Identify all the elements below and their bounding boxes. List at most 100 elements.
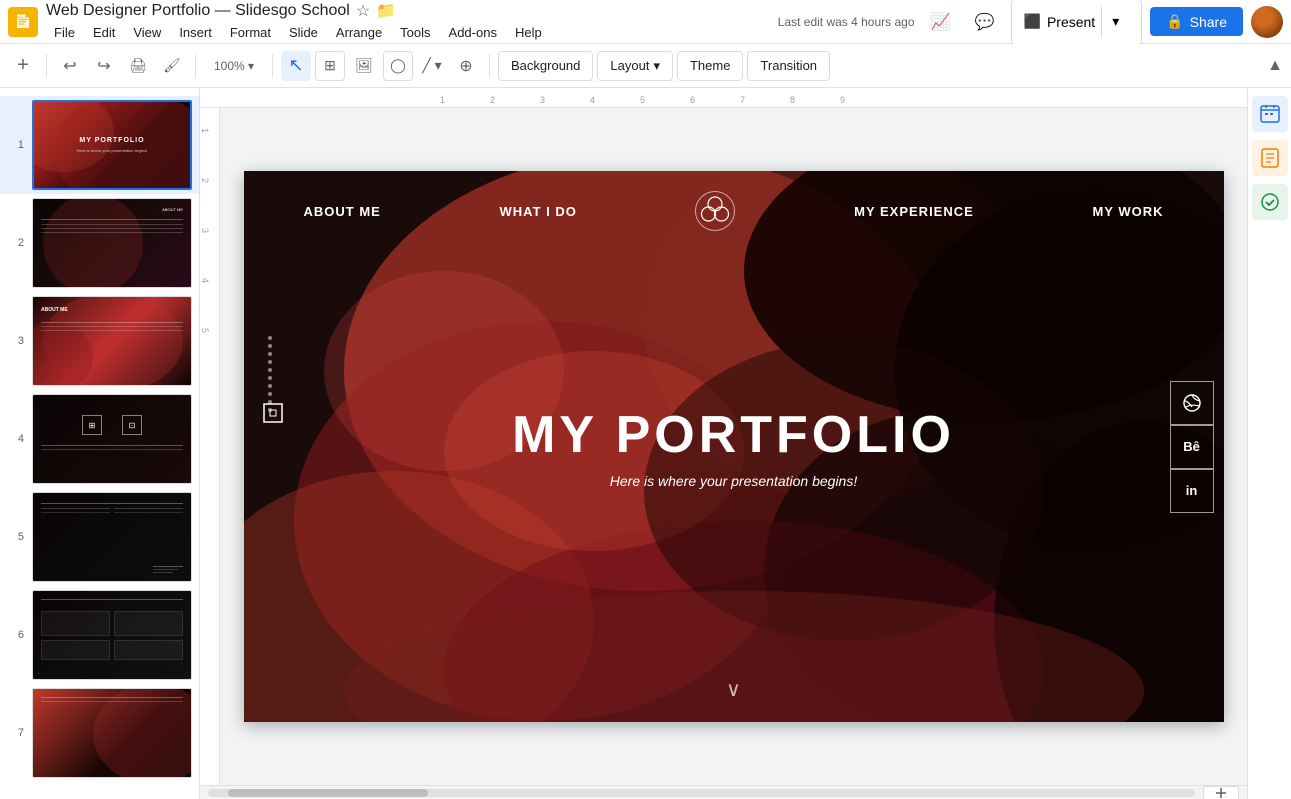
slide-item-2[interactable]: 2 ABOUT ME bbox=[0, 194, 199, 292]
cursor-tool[interactable]: ↖ bbox=[281, 51, 311, 81]
star-icon[interactable]: ☆ bbox=[356, 1, 370, 21]
slide-item-3[interactable]: 3 ABOUT ME bbox=[0, 292, 199, 390]
folder-icon[interactable]: 📁 bbox=[376, 1, 396, 21]
menu-slide[interactable]: Slide bbox=[281, 23, 326, 42]
separator-4 bbox=[489, 54, 490, 78]
comments-icon[interactable]: 💬 bbox=[967, 4, 1003, 40]
background-button[interactable]: Background bbox=[498, 51, 593, 81]
dot-4 bbox=[268, 360, 272, 364]
menu-edit[interactable]: Edit bbox=[85, 23, 123, 42]
linkedin-icon-box[interactable]: in bbox=[1170, 469, 1214, 513]
canvas-area: 1 2 3 4 5 6 7 8 9 1 2 3 bbox=[200, 88, 1247, 799]
analytics-icon[interactable]: 📈 bbox=[923, 4, 959, 40]
chevron-down-icon[interactable]: ∨ bbox=[726, 677, 741, 702]
present-dropdown-arrow[interactable]: ▾ bbox=[1101, 6, 1129, 38]
slide-item-1[interactable]: 1 MY PORTFOLIO Here is where your presen… bbox=[0, 96, 199, 194]
bottom-scrollbar[interactable] bbox=[200, 785, 1247, 799]
menu-help[interactable]: Help bbox=[507, 23, 550, 42]
nav-my-work[interactable]: MY WORK bbox=[1092, 204, 1163, 219]
line-tool[interactable]: ╱ ▾ bbox=[417, 51, 447, 81]
slide-item-6[interactable]: 6 bbox=[0, 586, 199, 684]
menu-file[interactable]: File bbox=[46, 23, 83, 42]
text-box-tool[interactable]: ⊞ bbox=[315, 51, 345, 81]
redo-button[interactable]: ↪ bbox=[89, 51, 119, 81]
slide-thumb-7[interactable] bbox=[32, 688, 192, 778]
slide-canvas: ABOUT ME WHAT I DO MY EXPERIENCE MY WORK bbox=[220, 108, 1247, 785]
present-screen-icon: ⬛ bbox=[1024, 13, 1041, 30]
horizontal-scrollbar-track[interactable] bbox=[208, 789, 1195, 797]
menu-insert[interactable]: Insert bbox=[171, 23, 220, 42]
image-tool[interactable]: 🖼 bbox=[349, 51, 379, 81]
linkedin-label: in bbox=[1186, 483, 1198, 498]
calendar-icon[interactable] bbox=[1252, 96, 1288, 132]
user-avatar[interactable] bbox=[1251, 6, 1283, 38]
behance-icon-box[interactable]: Bê bbox=[1170, 425, 1214, 469]
slide-number-7: 7 bbox=[8, 727, 24, 739]
doc-title: Web Designer Portfolio — Slidesgo School… bbox=[46, 1, 770, 21]
collapse-toolbar-button[interactable]: ▲ bbox=[1267, 57, 1283, 75]
layout-label: Layout bbox=[610, 58, 649, 73]
vertical-ruler: 1 2 3 4 5 bbox=[200, 108, 220, 785]
slide-thumb-6[interactable] bbox=[32, 590, 192, 680]
nav-what-i-do[interactable]: WHAT I DO bbox=[499, 204, 576, 219]
slide-content[interactable]: ABOUT ME WHAT I DO MY EXPERIENCE MY WORK bbox=[244, 171, 1224, 722]
slide-item-4[interactable]: 4 ⊞ ⊡ bbox=[0, 390, 199, 488]
slide-thumb-3[interactable]: ABOUT ME bbox=[32, 296, 192, 386]
dot-7 bbox=[268, 384, 272, 388]
paint-format-button[interactable]: 🖌 bbox=[157, 51, 187, 81]
add-page-button[interactable] bbox=[1203, 786, 1239, 799]
layout-chevron: ▾ bbox=[653, 58, 660, 74]
dot-3 bbox=[268, 352, 272, 356]
separator-3 bbox=[272, 54, 273, 78]
dribbble-icon-box[interactable] bbox=[1170, 381, 1214, 425]
slide-number-4: 4 bbox=[8, 433, 24, 445]
print-button[interactable]: 🖨 bbox=[123, 51, 153, 81]
menu-view[interactable]: View bbox=[125, 23, 169, 42]
slide-thumb-1[interactable]: MY PORTFOLIO Here is where your presenta… bbox=[32, 100, 192, 190]
menu-format[interactable]: Format bbox=[222, 23, 279, 42]
slide-thumb-4[interactable]: ⊞ ⊡ bbox=[32, 394, 192, 484]
app-icon[interactable] bbox=[8, 7, 38, 37]
add-slide-button[interactable]: + bbox=[8, 51, 38, 81]
separator-1 bbox=[46, 54, 47, 78]
present-button[interactable]: ⬛ Present ▾ bbox=[1011, 0, 1143, 45]
horizontal-ruler: 1 2 3 4 5 6 7 8 9 bbox=[200, 88, 1247, 108]
menu-tools[interactable]: Tools bbox=[392, 23, 438, 42]
slide-number-1: 1 bbox=[8, 139, 24, 151]
theme-button[interactable]: Theme bbox=[677, 51, 743, 81]
right-toolbar: Last edit was 4 hours ago 📈 💬 ⬛ Present … bbox=[778, 0, 1283, 45]
undo-button[interactable]: ↩ bbox=[55, 51, 85, 81]
slide-thumb-5[interactable] bbox=[32, 492, 192, 582]
nav-my-experience[interactable]: MY EXPERIENCE bbox=[854, 204, 974, 219]
horizontal-scrollbar-thumb[interactable] bbox=[228, 789, 428, 797]
slide-number-2: 2 bbox=[8, 237, 24, 249]
nav-about-me[interactable]: ABOUT ME bbox=[304, 204, 381, 219]
share-label: Share bbox=[1190, 14, 1227, 30]
title-bar: Web Designer Portfolio — Slidesgo School… bbox=[0, 0, 1291, 44]
slide-number-3: 3 bbox=[8, 335, 24, 347]
separator-2 bbox=[195, 54, 196, 78]
shapes-tool[interactable]: ◯ bbox=[383, 51, 413, 81]
slide-thumb-2[interactable]: ABOUT ME bbox=[32, 198, 192, 288]
zoom-button[interactable]: 100% ▾ bbox=[204, 51, 264, 81]
slide-frame-icon bbox=[262, 402, 284, 429]
dot-5 bbox=[268, 368, 272, 372]
present-label: Present bbox=[1047, 14, 1095, 30]
transition-label: Transition bbox=[760, 58, 817, 73]
toolbar: + ↩ ↪ 🖨 🖌 100% ▾ ↖ ⊞ 🖼 ◯ ╱ ▾ ⊕ Backgroun… bbox=[0, 44, 1291, 88]
lock-icon: 🔒 bbox=[1166, 13, 1183, 30]
tasks-icon[interactable] bbox=[1252, 184, 1288, 220]
slide-item-5[interactable]: 5 bbox=[0, 488, 199, 586]
menu-arrange[interactable]: Arrange bbox=[328, 23, 390, 42]
menu-bar: File Edit View Insert Format Slide Arran… bbox=[46, 23, 770, 42]
slide-item-7[interactable]: 7 bbox=[0, 684, 199, 782]
menu-addons[interactable]: Add-ons bbox=[441, 23, 505, 42]
dot-2 bbox=[268, 344, 272, 348]
theme-label: Theme bbox=[690, 58, 730, 73]
layout-button[interactable]: Layout ▾ bbox=[597, 51, 673, 81]
notes-icon[interactable] bbox=[1252, 140, 1288, 176]
portfolio-title: MY PORTFOLIO bbox=[512, 405, 955, 465]
transition-button[interactable]: Transition bbox=[747, 51, 830, 81]
share-button[interactable]: 🔒 Share bbox=[1150, 7, 1243, 36]
more-tools[interactable]: ⊕ bbox=[451, 51, 481, 81]
